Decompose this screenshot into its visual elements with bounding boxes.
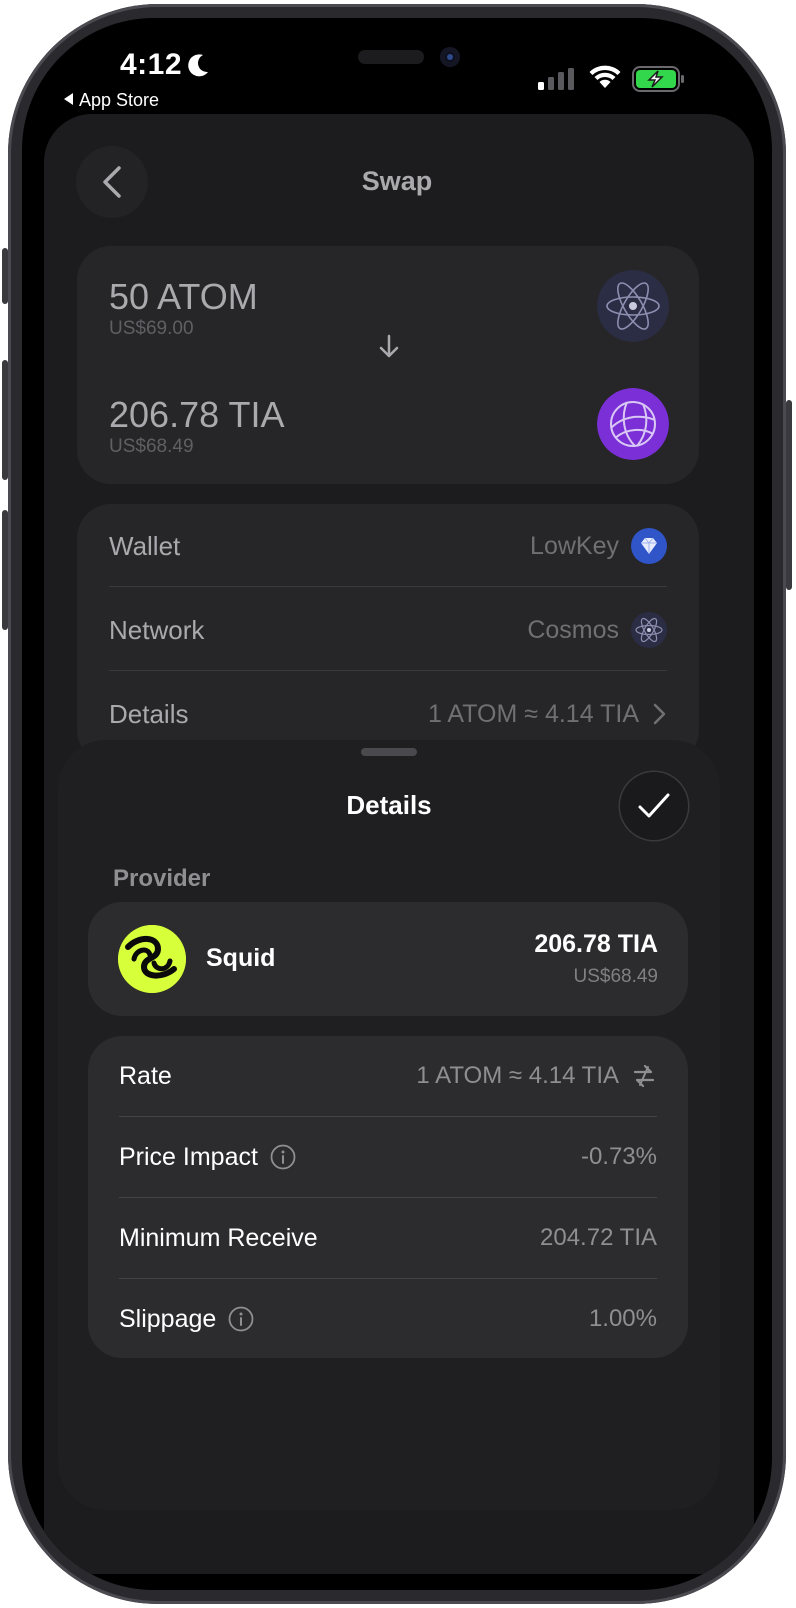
celestia-tia-icon <box>597 388 669 460</box>
swap-info-card: Wallet LowKey Network Cosmos Details 1 A… <box>77 504 699 764</box>
chevron-right-icon <box>653 703 666 725</box>
cosmos-atom-icon <box>597 270 669 342</box>
wifi-icon <box>589 65 621 88</box>
network-label: Network <box>109 614 205 645</box>
back-app-label: App Store <box>79 90 160 110</box>
checkmark-icon <box>638 793 670 818</box>
minimum-receive-label: Minimum Receive <box>119 1223 318 1252</box>
info-icon[interactable] <box>270 1144 296 1170</box>
silent-switch <box>2 248 8 304</box>
volume-up-button <box>2 360 8 480</box>
swap-summary-card: 50 ATOM US$69.00 206.78 TIA US$68.49 <box>77 246 699 484</box>
slippage-row: Slippage 1.00% <box>119 1279 657 1359</box>
price-impact-label: Price Impact <box>119 1142 258 1171</box>
wallet-value: LowKey <box>530 531 619 560</box>
status-time: 4:12 <box>120 48 183 81</box>
from-amount: 50 ATOM <box>109 276 258 317</box>
back-triangle-icon <box>64 93 73 105</box>
minimum-receive-row: Minimum Receive 204.72 TIA <box>119 1198 657 1278</box>
slippage-label: Slippage <box>119 1304 217 1333</box>
network-value: Cosmos <box>527 615 619 644</box>
battery-charging-icon <box>632 66 684 92</box>
front-camera <box>440 47 460 67</box>
info-icon[interactable] <box>228 1306 254 1332</box>
moon-icon <box>188 54 208 77</box>
cellular-signal-icon <box>538 68 574 90</box>
volume-down-button <box>2 510 8 630</box>
price-impact-row: Price Impact -0.73% <box>119 1117 657 1197</box>
provider-name: Squid <box>206 944 276 972</box>
cosmos-network-icon <box>631 612 667 648</box>
details-value: 1 ATOM ≈ 4.14 TIA <box>427 699 639 728</box>
from-fiat: US$69.00 <box>109 318 194 339</box>
rate-value: 1 ATOM ≈ 4.14 TIA <box>416 1062 619 1089</box>
info-divider <box>109 586 667 587</box>
provider-card[interactable]: Squid 206.78 TIA US$68.49 <box>88 902 688 1016</box>
rate-label: Rate <box>119 1061 172 1090</box>
swap-details-card: Rate 1 ATOM ≈ 4.14 TIA Price Impact -0.7… <box>88 1036 688 1358</box>
info-divider <box>109 670 667 671</box>
details-label: Details <box>109 698 189 729</box>
to-fiat: US$68.49 <box>109 436 194 457</box>
power-button <box>786 400 792 590</box>
provider-section-label: Provider <box>113 865 211 892</box>
sheet-grabber[interactable] <box>361 748 417 756</box>
wallet-gem-icon <box>631 528 667 564</box>
squid-logo-icon <box>118 925 186 993</box>
phone-screen: 4:12 App Store Swap 50 ATOM US$69.00 206… <box>22 18 772 1590</box>
provider-amount: 206.78 TIA <box>534 930 658 958</box>
price-impact-value: -0.73% <box>580 1143 657 1170</box>
network-row[interactable]: Network Cosmos <box>109 588 667 672</box>
wallet-row[interactable]: Wallet LowKey <box>109 504 667 588</box>
details-sheet: Details Provider Squid 206.78 TIA US$68.… <box>58 740 720 1510</box>
swap-rate-toggle-icon[interactable] <box>631 1063 657 1089</box>
arrow-down-icon <box>379 334 399 358</box>
to-amount: 206.78 TIA <box>109 394 285 435</box>
provider-fiat: US$68.49 <box>573 966 658 987</box>
slippage-value: 1.00% <box>588 1305 657 1332</box>
wallet-label: Wallet <box>109 530 181 561</box>
rate-row: Rate 1 ATOM ≈ 4.14 TIA <box>119 1036 657 1116</box>
confirm-button[interactable] <box>620 772 688 840</box>
page-title: Swap <box>361 166 433 196</box>
back-to-app-store-link[interactable]: App Store <box>64 90 159 111</box>
speaker-grille <box>358 50 424 64</box>
minimum-receive-value: 204.72 TIA <box>540 1224 657 1251</box>
